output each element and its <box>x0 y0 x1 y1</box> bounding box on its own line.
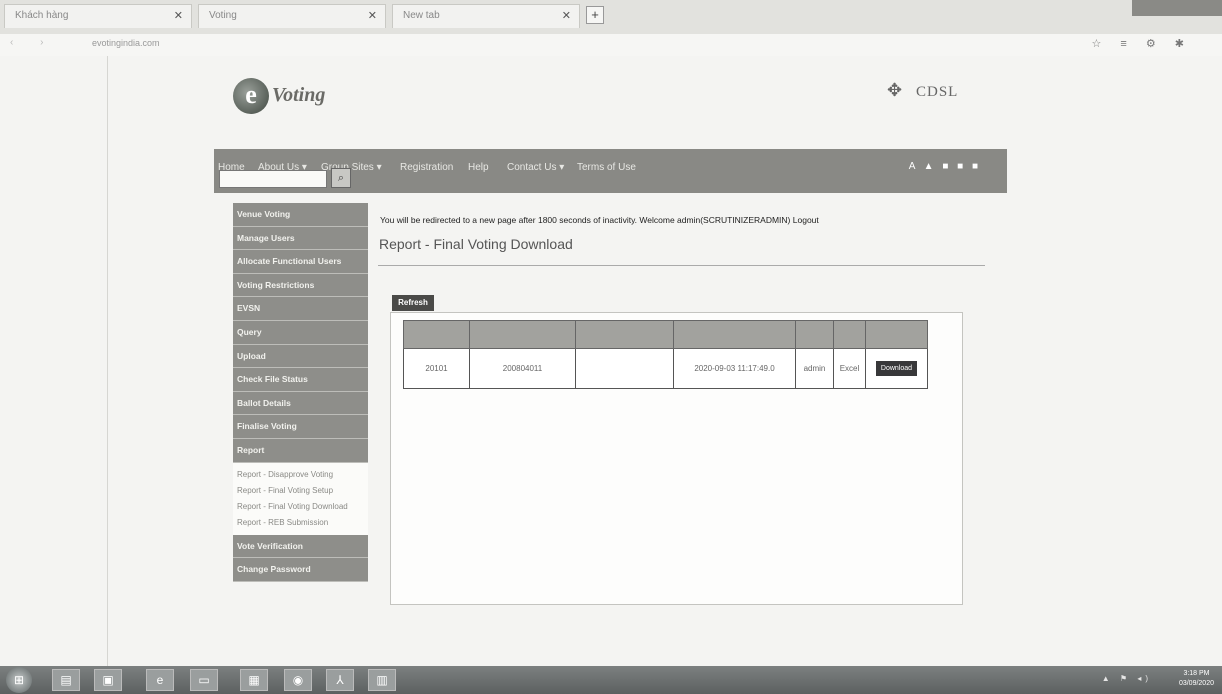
tab-label: Voting <box>209 10 237 21</box>
column-header <box>575 320 674 349</box>
sidebar-item-report[interactable]: Report <box>233 438 368 463</box>
close-icon[interactable]: ✕ <box>174 5 183 27</box>
start-button-icon[interactable]: ⊞ <box>6 667 32 693</box>
sidebar-item-upload[interactable]: Upload <box>233 344 368 369</box>
sidebar-item-change-password[interactable]: Change Password <box>233 558 368 582</box>
system-tray-icons[interactable]: ▲ ⚑ ◂) <box>1102 674 1152 683</box>
back-forward-icons[interactable]: ‹ › <box>10 37 55 48</box>
explorer-icon[interactable]: ▤ <box>52 669 80 691</box>
table-cell: Excel <box>833 348 866 389</box>
sidebar: Venue Voting Manage Users Allocate Funct… <box>233 203 368 582</box>
submenu-item[interactable]: Report - Final Voting Setup <box>233 483 368 499</box>
logout-link[interactable]: Logout <box>793 215 819 225</box>
window-controls[interactable] <box>1132 0 1222 16</box>
app-icon[interactable]: ▣ <box>94 669 122 691</box>
table-cell: 20101 <box>403 348 470 389</box>
folder-icon[interactable]: ▭ <box>190 669 218 691</box>
site-logo-text: Voting <box>272 84 326 106</box>
table-cell: 2020-09-03 11:17:49.0 <box>673 348 796 389</box>
table-cell: admin <box>795 348 834 389</box>
new-tab-button[interactable]: + <box>586 6 604 24</box>
document-icon[interactable]: ▦ <box>240 669 268 691</box>
sidebar-item-evsn[interactable]: EVSN <box>233 297 368 321</box>
pdf-icon[interactable]: ⅄ <box>326 669 354 691</box>
bookmark-star-icon[interactable]: ☆ ≡ ⚙ ✱ <box>1091 37 1192 50</box>
chrome-icon[interactable]: ◉ <box>284 669 312 691</box>
session-message: You will be redirected to a new page aft… <box>380 215 819 225</box>
cdsl-logo-text: CDSL <box>916 84 959 100</box>
url-text[interactable]: evotingindia.com <box>92 38 160 48</box>
tab-label: New tab <box>403 10 440 21</box>
browser-tab[interactable]: Khách hàng ✕ <box>4 4 192 28</box>
scan-line <box>107 56 108 666</box>
clock-date: 03/09/2020 <box>1178 680 1214 687</box>
search-input[interactable] <box>219 170 327 188</box>
browser-icon[interactable]: e <box>146 669 174 691</box>
column-header <box>865 320 928 349</box>
close-icon[interactable]: ✕ <box>368 5 377 27</box>
submenu-item[interactable]: Report - Final Voting Download <box>233 499 368 515</box>
table-header-row <box>403 320 928 349</box>
table-row: 20101 200804011 2020-09-03 11:17:49.0 ad… <box>403 348 928 389</box>
clock-time: 3:18 PM <box>1183 670 1210 677</box>
sidebar-item-check-file-status[interactable]: Check File Status <box>233 368 368 392</box>
column-header <box>833 320 866 349</box>
sidebar-item-manage-users[interactable]: Manage Users <box>233 226 368 251</box>
download-button[interactable]: Download <box>875 361 918 376</box>
sidebar-item-query[interactable]: Query <box>233 320 368 345</box>
table-cell: 200804011 <box>469 348 576 389</box>
report-table: 20101 200804011 2020-09-03 11:17:49.0 ad… <box>403 320 928 389</box>
browser-tab-active[interactable]: New tab ✕ <box>392 4 580 28</box>
title-divider <box>378 265 985 266</box>
close-icon[interactable]: ✕ <box>562 5 571 27</box>
image-viewer-icon[interactable]: ▥ <box>368 669 396 691</box>
column-header <box>403 320 470 349</box>
search-icon[interactable]: ⌕ <box>331 168 351 188</box>
sidebar-item-venue-voting[interactable]: Venue Voting <box>233 203 368 227</box>
report-submenu: Report - Disapprove Voting Report - Fina… <box>233 462 368 535</box>
sidebar-item-vote-verification[interactable]: Vote Verification <box>233 534 368 559</box>
submenu-item[interactable]: Report - REB Submission <box>233 515 368 531</box>
cdsl-logo-icon: ✥ <box>887 80 903 100</box>
column-header <box>795 320 834 349</box>
browser-tab[interactable]: Voting ✕ <box>198 4 386 28</box>
e-logo-icon: e <box>233 78 269 114</box>
session-message-text: You will be redirected to a new page aft… <box>380 215 791 225</box>
address-bar[interactable]: ‹ › evotingindia.com ☆ ≡ ⚙ ✱ <box>0 34 1222 56</box>
tab-label: Khách hàng <box>15 10 69 21</box>
taskbar: ⊞ ▤ ▣ e ▭ ▦ ◉ ⅄ ▥ ▲ ⚑ ◂) 3:18 PM 03/09/2… <box>0 666 1222 694</box>
table-cell: Download <box>865 348 928 389</box>
column-header <box>469 320 576 349</box>
sidebar-item-finalise-voting[interactable]: Finalise Voting <box>233 415 368 439</box>
sidebar-item-voting-restrictions[interactable]: Voting Restrictions <box>233 273 368 298</box>
browser-tab-strip: Khách hàng ✕ Voting ✕ New tab ✕ + <box>0 0 1222 34</box>
refresh-button[interactable]: Refresh <box>392 295 434 311</box>
page-title: Report - Final Voting Download <box>379 236 573 252</box>
search-row: ⌕ <box>214 165 1007 193</box>
sidebar-item-ballot-details[interactable]: Ballot Details <box>233 391 368 416</box>
column-header <box>673 320 796 349</box>
table-cell <box>575 348 674 389</box>
submenu-item[interactable]: Report - Disapprove Voting <box>233 467 368 483</box>
sidebar-item-allocate-functional-users[interactable]: Allocate Functional Users <box>233 250 368 274</box>
clock[interactable]: 3:18 PM 03/09/2020 <box>1179 669 1214 689</box>
